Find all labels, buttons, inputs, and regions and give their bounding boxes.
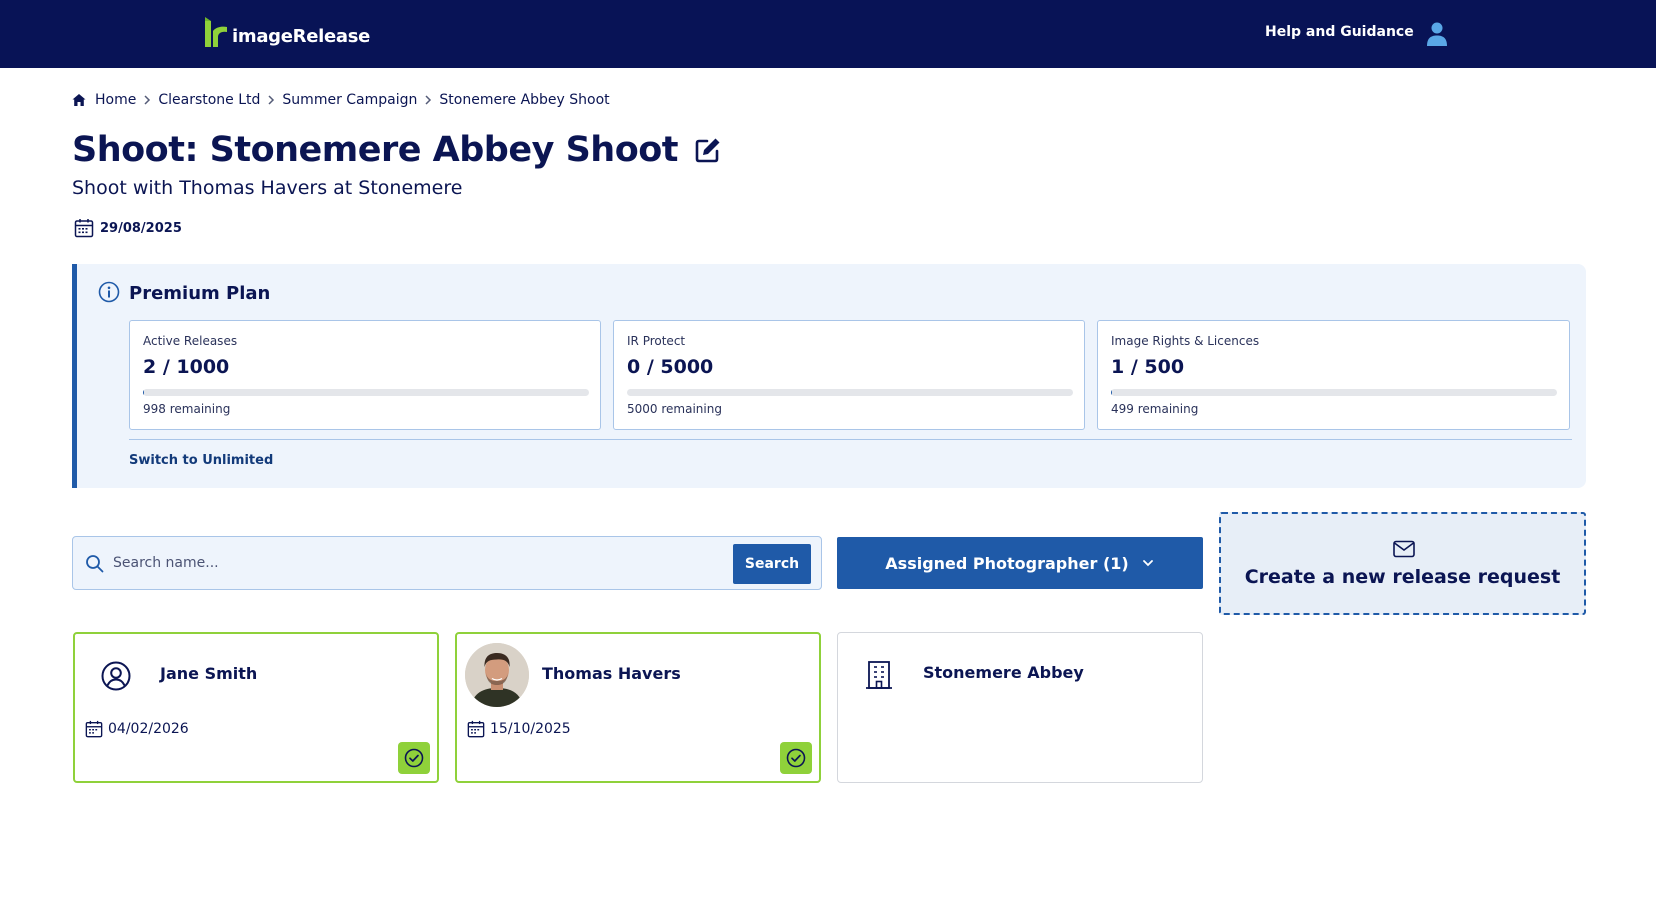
page-title-text: Shoot: Stonemere Abbey Shoot [72,130,679,170]
logo-text: imageRelease [232,25,371,47]
create-release-request-label: Create a new release request [1244,566,1561,588]
check-circle-icon [786,748,806,768]
release-card-thomas-havers[interactable]: Thomas Havers 15/10/2025 [455,632,821,783]
mail-icon [1393,540,1415,558]
usage-progress-bar [627,389,1073,396]
page-title: Shoot: Stonemere Abbey Shoot [72,130,722,170]
plan-panel: Premium Plan Active Releases 2 / 1000 99… [72,264,1586,488]
logo[interactable]: imageRelease [204,15,370,51]
chevron-down-icon [1142,560,1153,567]
user-circle-icon [101,661,131,691]
info-icon [98,281,120,303]
card-date: 04/02/2026 [85,720,189,738]
plan-divider [129,439,1572,440]
search-icon [86,555,104,573]
usage-label: IR Protect [627,334,686,348]
usage-progress-bar [143,389,589,396]
breadcrumb-current: Stonemere Abbey Shoot [439,92,610,108]
plan-title: Premium Plan [129,283,271,304]
usage-remaining: 998 remaining [143,402,231,416]
breadcrumb: Home Clearstone Ltd Summer Campaign Ston… [72,92,610,108]
calendar-icon [467,720,485,738]
building-icon [866,661,892,689]
usage-label: Active Releases [143,334,238,348]
assigned-photographer-dropdown[interactable]: Assigned Photographer (1) [837,537,1203,589]
chevron-right-icon [425,95,432,105]
calendar-icon [85,720,103,738]
switch-to-unlimited-link[interactable]: Switch to Unlimited [129,453,273,468]
search-button[interactable]: Search [733,544,811,584]
release-card-stonemere-abbey[interactable]: Stonemere Abbey [837,632,1203,783]
breadcrumb-campaign[interactable]: Summer Campaign [282,92,417,108]
usage-remaining: 5000 remaining [627,402,722,416]
breadcrumb-home[interactable]: Home [95,92,136,108]
usage-label: Image Rights & Licences [1111,334,1260,348]
create-release-request-button[interactable]: Create a new release request [1219,512,1586,615]
usage-remaining: 499 remaining [1111,402,1199,416]
shoot-date-text: 29/08/2025 [100,220,182,236]
status-badge [780,742,812,774]
chevron-right-icon [268,95,275,105]
chevron-right-icon [144,95,151,105]
usage-value: 0 / 5000 [627,356,714,378]
help-and-guidance-link[interactable]: Help and Guidance [1265,24,1414,40]
search-input[interactable] [113,547,713,579]
card-date-text: 15/10/2025 [490,721,571,737]
user-icon[interactable] [1426,22,1448,46]
shoot-date: 29/08/2025 [74,218,182,238]
calendar-icon [74,219,94,238]
usage-progress-fill [1111,389,1112,396]
card-name: Jane Smith [160,664,258,683]
edit-icon[interactable] [694,136,722,164]
usage-card-ir-protect: IR Protect 0 / 5000 5000 remaining [613,320,1085,430]
card-name: Stonemere Abbey [923,663,1084,682]
avatar [465,643,529,707]
usage-card-image-rights: Image Rights & Licences 1 / 500 499 rema… [1097,320,1570,430]
avatar-portrait-icon [465,643,529,707]
usage-card-active-releases: Active Releases 2 / 1000 998 remaining [129,320,601,430]
breadcrumb-client[interactable]: Clearstone Ltd [158,92,260,108]
top-navigation-bar: imageRelease Help and Guidance [0,0,1656,68]
check-circle-icon [404,748,424,768]
home-icon[interactable] [72,93,86,107]
assigned-photographer-label: Assigned Photographer (1) [885,553,1129,573]
status-badge [398,742,430,774]
card-date: 15/10/2025 [467,720,571,738]
usage-value: 1 / 500 [1111,356,1185,378]
usage-value: 2 / 1000 [143,356,230,378]
usage-progress-bar [1111,389,1557,396]
usage-progress-fill [143,389,144,396]
logo-mark-icon [205,17,227,47]
card-name: Thomas Havers [542,664,681,683]
release-card-jane-smith[interactable]: Jane Smith 04/02/2026 [73,632,439,783]
search-bar: Search [72,536,822,590]
card-date-text: 04/02/2026 [108,721,189,737]
page-subtitle: Shoot with Thomas Havers at Stonemere [72,177,463,199]
